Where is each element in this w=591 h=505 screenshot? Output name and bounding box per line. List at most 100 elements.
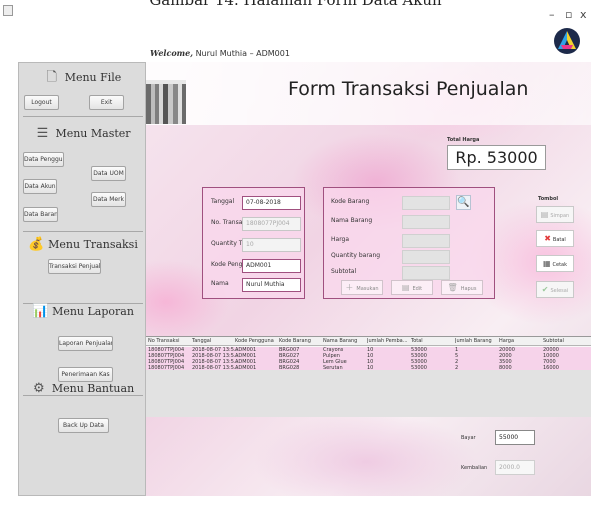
data-merk-button[interactable]: Data Merk [91, 192, 126, 207]
menu-master-label: Menu Master [55, 127, 131, 140]
masukan-button[interactable]: ＋ Masukan [341, 280, 383, 295]
screenshot: Gambar 14. Halaman Form Data Akun – ▫ x … [0, 0, 591, 505]
col-harga[interactable]: Harga [499, 338, 514, 344]
file-icon: 🗋 [46, 70, 57, 85]
subtotal-label: Subtotal [331, 268, 357, 275]
hapus-button-label: Hapus [460, 286, 477, 292]
col-kode-barang[interactable]: Kode Barang [279, 338, 311, 344]
harga-field[interactable] [402, 234, 450, 248]
col-total[interactable]: Total [411, 338, 423, 344]
cetak-button[interactable]: ▦ Cetak [536, 255, 574, 272]
maximize-button[interactable]: ▫ [565, 8, 572, 21]
menu-file-label: Menu File [64, 71, 122, 84]
qty-barang-label: Quantity barang [331, 252, 381, 259]
edit-icon: ▤ [401, 283, 410, 292]
col-jumlah-barang[interactable]: Jumlah Barang [455, 338, 492, 344]
batal-button[interactable]: ✖ Batal [536, 230, 574, 247]
selesai-button-label: Selesai [550, 288, 569, 294]
col-subtotal[interactable]: Subtotal [543, 338, 564, 344]
divider [23, 116, 143, 117]
logout-button[interactable]: Logout [24, 95, 59, 110]
masukan-button-label: Masukan [356, 286, 379, 292]
data-akun-button[interactable]: Data Akun [23, 179, 57, 194]
save-icon: ▤ [540, 210, 549, 219]
welcome-user: Nurul Muthia – ADM001 [195, 49, 290, 58]
menu-laporan-label: Menu Laporan [52, 305, 134, 318]
welcome-text: Welcome, Nurul Muthia – ADM001 [150, 48, 290, 58]
exit-button[interactable]: Exit [89, 95, 124, 110]
table-empty-area [146, 370, 591, 417]
bayar-field[interactable]: 55000 [495, 430, 535, 445]
cetak-button-label: Cetak [552, 262, 568, 268]
app-logo-icon [554, 28, 580, 54]
minimize-button[interactable]: – [549, 8, 555, 21]
col-no-transaksi[interactable]: No Transaksi [148, 338, 180, 344]
settings-icon: ⚙ [33, 381, 45, 396]
hapus-button[interactable]: 🗑 Hapus [441, 280, 483, 295]
nama-label: Nama [211, 280, 229, 287]
printer-icon: ▦ [542, 259, 551, 268]
menu-bantuan-title: ⚙ Menu Bantuan [19, 380, 147, 398]
laporan-penjualan-button[interactable]: Laporan Penjualan [58, 336, 113, 351]
main-panel: Form Transaksi Penjualan Total Harga Rp.… [146, 62, 591, 496]
cancel-icon: ✖ [544, 234, 551, 243]
close-button[interactable]: x [580, 8, 587, 21]
selesai-button[interactable]: ✔ Selesai [536, 281, 574, 298]
subtotal-field[interactable] [402, 266, 450, 280]
table-header: No Transaksi Tanggal Kode Pengguna Kode … [146, 337, 591, 346]
col-tanggal[interactable]: Tanggal [192, 338, 211, 344]
tombol-label: Tombol [538, 196, 559, 202]
chart-icon: 📊 [32, 304, 49, 319]
bayar-label: Bayar [461, 435, 476, 441]
kembalian-field[interactable]: 2000.0 [495, 460, 535, 475]
edit-button[interactable]: ▤ Edit [391, 280, 433, 295]
figure-caption: Gambar 14. Halaman Form Data Akun [149, 0, 442, 9]
plus-icon: ＋ [345, 283, 354, 292]
menu-file-title: 🗋 Menu File [19, 69, 147, 87]
trash-icon: 🗑 [447, 283, 458, 292]
no-transaksi-field[interactable]: 1808077PJ004 [242, 217, 301, 231]
money-bag-icon: 💰 [28, 237, 45, 252]
qty-barang-field[interactable] [402, 250, 450, 264]
col-jumlah-pembayaran[interactable]: Jumlah Pemba... [367, 338, 408, 344]
total-harga-display: Rp. 53000 [447, 145, 546, 170]
search-icon[interactable]: 🔍 [456, 195, 471, 210]
data-barang-button[interactable]: Data Barang [23, 207, 58, 222]
col-nama-barang[interactable]: Nama Barang [323, 338, 357, 344]
transaksi-penjualan-button[interactable]: Transaksi Penjualan [48, 259, 101, 274]
back-up-data-button[interactable]: Back Up Data [58, 418, 109, 433]
menu-laporan-title: 📊 Menu Laporan [19, 303, 147, 321]
books-image [146, 80, 186, 124]
welcome-prefix: Welcome, [150, 48, 194, 58]
qty-transaksi-field[interactable]: 10 [242, 238, 301, 252]
nama-barang-field[interactable] [402, 215, 450, 229]
kembalian-label: Kembalian [461, 465, 488, 471]
total-harga-label: Total Harga [447, 137, 480, 143]
tanggal-label: Tanggal [211, 198, 235, 205]
sidebar: 🗋 Menu File Logout Exit ☰ Menu Master Data… [18, 62, 146, 496]
page-title: Form Transaksi Penjualan [288, 78, 529, 100]
tanggal-field[interactable]: 07-08-2018 [242, 196, 301, 210]
menu-bantuan-label: Menu Bantuan [51, 382, 135, 395]
edit-button-label: Edit [412, 286, 423, 292]
app-window-icon [3, 5, 13, 16]
simpan-button-label: Simpan [550, 213, 570, 219]
data-pengguna-button[interactable]: Data Pengguna [23, 152, 64, 167]
check-icon: ✔ [541, 285, 549, 294]
transaction-table: No Transaksi Tanggal Kode Pengguna Kode … [146, 336, 591, 417]
nama-barang-label: Nama Barang [331, 217, 373, 224]
kode-barang-label: Kode Barang [331, 198, 370, 205]
harga-label: Harga [331, 236, 350, 243]
list-icon: ☰ [36, 126, 49, 141]
kode-pengguna-field[interactable]: ADM001 [242, 259, 301, 273]
batal-button-label: Batal [552, 237, 566, 243]
kode-barang-field[interactable] [402, 196, 450, 210]
nama-field[interactable]: Nurul Muthia [242, 278, 301, 292]
data-uom-button[interactable]: Data UOM [91, 166, 126, 181]
menu-transaksi-label: Menu Transaksi [48, 238, 138, 251]
simpan-button[interactable]: ▤ Simpan [536, 206, 574, 223]
divider [23, 231, 143, 232]
menu-master-title: ☰ Menu Master [19, 125, 147, 143]
menu-transaksi-title: 💰 Menu Transaksi [19, 236, 147, 254]
col-kode-pengguna[interactable]: Kode Pengguna [235, 338, 274, 344]
